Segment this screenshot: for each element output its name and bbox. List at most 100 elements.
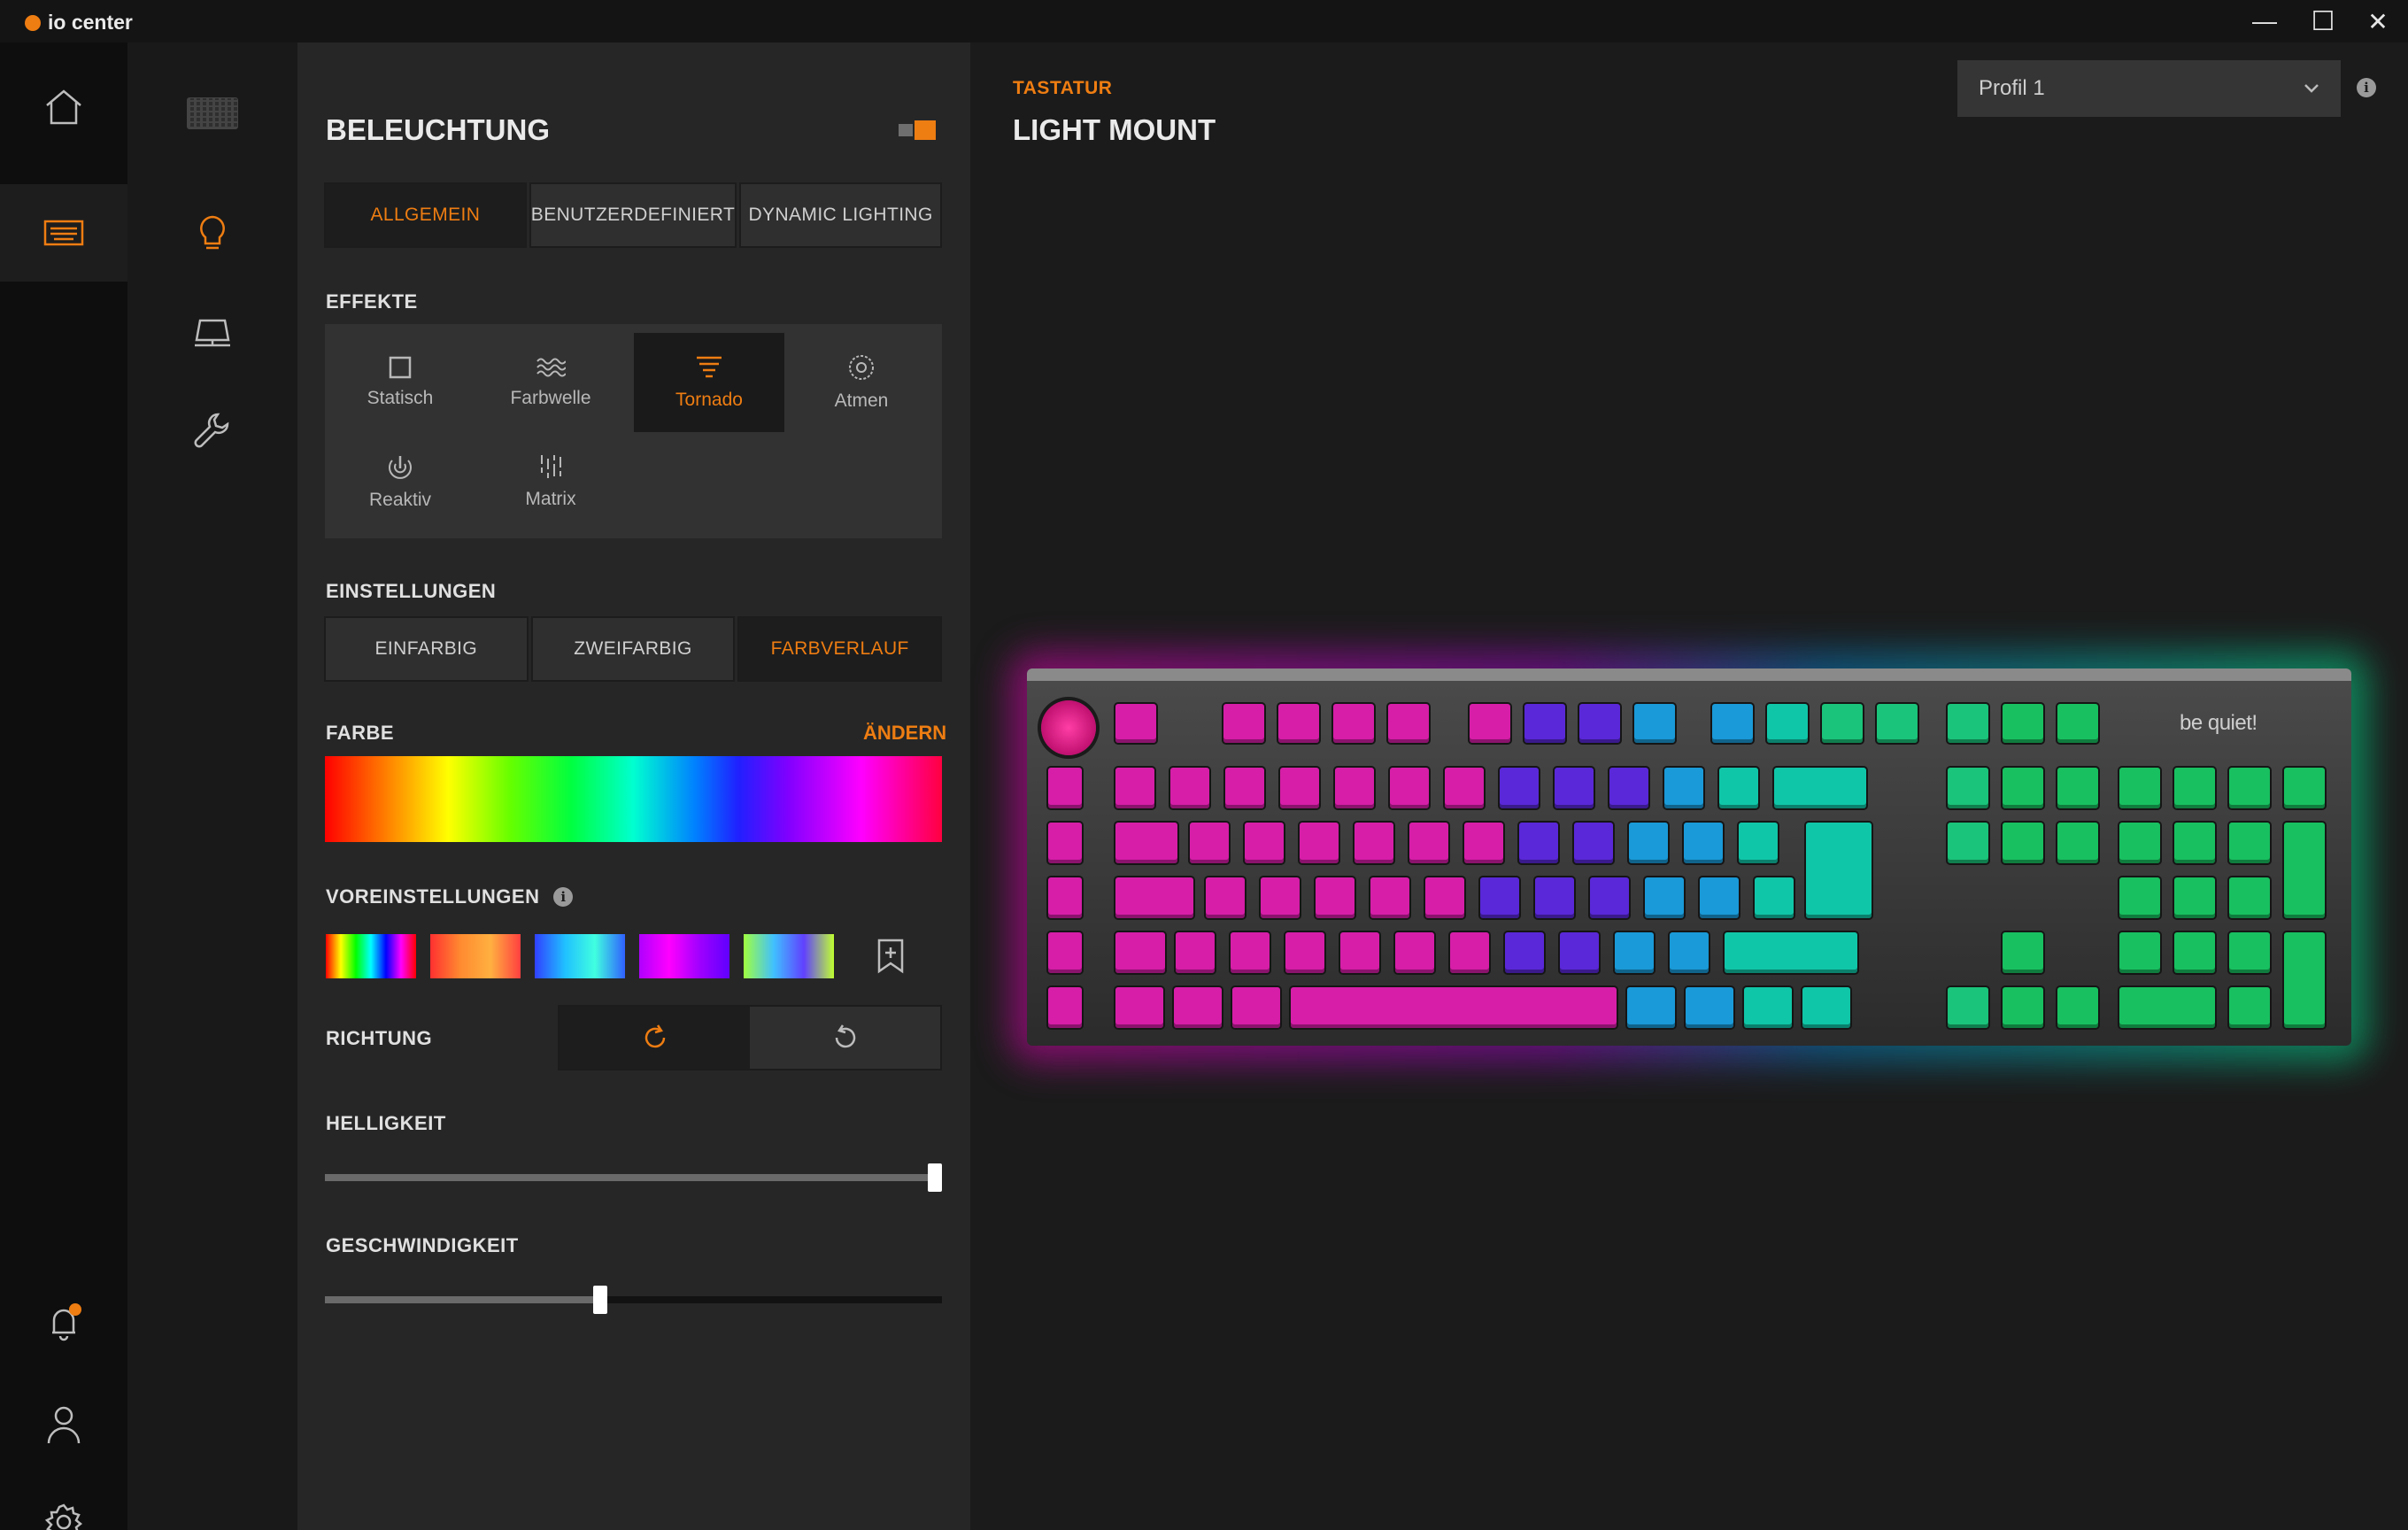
effect-farbwelle[interactable]: Farbwelle bbox=[475, 333, 626, 432]
keycap bbox=[1719, 768, 1758, 808]
brightness-slider[interactable] bbox=[325, 1163, 942, 1192]
volume-knob[interactable] bbox=[1041, 700, 1096, 755]
keyboard-icon bbox=[43, 220, 84, 246]
effect-reaktiv[interactable]: Reaktiv bbox=[325, 432, 475, 531]
tab-einfarbig[interactable]: EINFARBIG bbox=[324, 616, 529, 682]
keycap bbox=[1390, 768, 1429, 808]
profile-dropdown[interactable]: Profil 1 bbox=[1957, 60, 2341, 117]
tab-benutzerdefiniert[interactable]: BENUTZERDEFINIERT bbox=[529, 182, 737, 248]
nav-user[interactable] bbox=[0, 1376, 127, 1473]
nav-mousepad[interactable] bbox=[127, 289, 297, 377]
save-preset-icon[interactable] bbox=[876, 939, 905, 974]
keycap bbox=[1340, 932, 1379, 973]
keycap bbox=[1505, 932, 1544, 973]
keycap bbox=[1261, 877, 1300, 918]
brightness-slider-thumb[interactable] bbox=[928, 1163, 942, 1192]
effect-atmen[interactable]: Atmen bbox=[786, 333, 937, 432]
home-icon bbox=[46, 89, 81, 125]
presets-info-icon[interactable]: i bbox=[553, 887, 574, 907]
keycap bbox=[2284, 932, 2325, 1028]
keycap bbox=[1245, 823, 1284, 863]
speed-slider-thumb[interactable] bbox=[593, 1286, 607, 1314]
keycap bbox=[1445, 768, 1484, 808]
preset-swatch[interactable] bbox=[744, 934, 834, 978]
keycap bbox=[1802, 987, 1850, 1028]
effect-statisch[interactable]: Statisch bbox=[325, 333, 475, 432]
keycap bbox=[1615, 932, 1654, 973]
preset-swatch[interactable] bbox=[535, 934, 625, 978]
minimize-button[interactable]: — bbox=[2238, 4, 2291, 39]
direction-counterclockwise-button[interactable] bbox=[750, 1007, 940, 1069]
preset-swatch[interactable] bbox=[326, 934, 416, 978]
lightbulb-icon bbox=[200, 215, 225, 250]
effect-matrix[interactable]: Matrix bbox=[475, 432, 626, 531]
nav-keyboard[interactable] bbox=[0, 184, 127, 282]
wave-icon bbox=[536, 358, 566, 377]
keycap bbox=[1744, 987, 1792, 1028]
keycap bbox=[1335, 768, 1374, 808]
close-button[interactable]: ✕ bbox=[2351, 4, 2404, 39]
keycap bbox=[1115, 877, 1193, 918]
keycap bbox=[1176, 932, 1215, 973]
keycap bbox=[2003, 932, 2043, 973]
nav-settings[interactable] bbox=[0, 1473, 127, 1530]
keycap bbox=[1174, 987, 1222, 1028]
keycap bbox=[1048, 768, 1082, 808]
direction-clockwise-button[interactable] bbox=[560, 1007, 750, 1069]
nav-home[interactable] bbox=[0, 58, 127, 156]
tab-allgemein[interactable]: ALLGEMEIN bbox=[324, 182, 527, 248]
keycap bbox=[1877, 704, 1918, 743]
keycap bbox=[1464, 823, 1503, 863]
keycap bbox=[2119, 877, 2160, 918]
keycap bbox=[1409, 823, 1448, 863]
nav-tools[interactable] bbox=[127, 386, 297, 475]
keycap bbox=[2003, 823, 2043, 863]
tab-dynamic-lighting[interactable]: DYNAMIC LIGHTING bbox=[739, 182, 942, 248]
color-heading: FARBE bbox=[326, 722, 395, 744]
reactive-icon bbox=[389, 456, 412, 479]
preset-swatch[interactable] bbox=[639, 934, 729, 978]
keycap bbox=[1115, 704, 1156, 743]
device-thumbnail[interactable] bbox=[127, 69, 297, 158]
keycap bbox=[1948, 823, 1988, 863]
keycap bbox=[2229, 768, 2270, 808]
direction-heading: RICHTUNG bbox=[326, 1027, 433, 1049]
brightness-heading: HELLIGKEIT bbox=[326, 1112, 446, 1134]
effect-tornado[interactable]: Tornado bbox=[634, 333, 784, 432]
keyboard-preview: be quiet! bbox=[1009, 651, 2369, 1063]
keycap bbox=[1280, 768, 1319, 808]
preset-swatch[interactable] bbox=[430, 934, 521, 978]
profile-info-icon[interactable]: i bbox=[2357, 78, 2376, 97]
settings-gear-icon bbox=[44, 1503, 83, 1530]
maximize-button[interactable]: ☐ bbox=[2296, 4, 2350, 39]
speed-slider[interactable] bbox=[325, 1286, 942, 1314]
keycap bbox=[1627, 987, 1675, 1028]
nav-lighting[interactable] bbox=[127, 189, 297, 278]
keycap bbox=[1048, 987, 1082, 1028]
keycap bbox=[1048, 877, 1082, 918]
keycap bbox=[1684, 823, 1723, 863]
square-icon bbox=[389, 356, 412, 379]
secondary-nav bbox=[127, 42, 297, 1530]
change-color-link[interactable]: ÄNDERN bbox=[863, 722, 946, 745]
color-spectrum[interactable] bbox=[325, 756, 942, 842]
rotate-clockwise-icon bbox=[644, 1024, 665, 1048]
keycap bbox=[1370, 877, 1409, 918]
keycap bbox=[1686, 987, 1733, 1028]
keycap bbox=[1500, 768, 1539, 808]
tab-zweifarbig[interactable]: ZWEIFARBIG bbox=[530, 616, 736, 682]
keycap bbox=[1609, 768, 1648, 808]
keycap bbox=[1524, 704, 1565, 743]
keycap bbox=[1115, 823, 1177, 863]
lighting-toggle[interactable] bbox=[899, 120, 936, 140]
keycap bbox=[2057, 768, 2098, 808]
nav-notifications[interactable] bbox=[0, 1275, 127, 1372]
keycap bbox=[1170, 768, 1209, 808]
keycap bbox=[2174, 877, 2215, 918]
primary-nav bbox=[0, 42, 127, 1530]
keycap bbox=[1806, 823, 1872, 918]
tab-farbverlauf[interactable]: FARBVERLAUF bbox=[737, 616, 943, 682]
keyboard-body: be quiet! bbox=[1027, 668, 2351, 1046]
direction-toggle bbox=[558, 1005, 942, 1070]
user-icon bbox=[47, 1406, 81, 1444]
